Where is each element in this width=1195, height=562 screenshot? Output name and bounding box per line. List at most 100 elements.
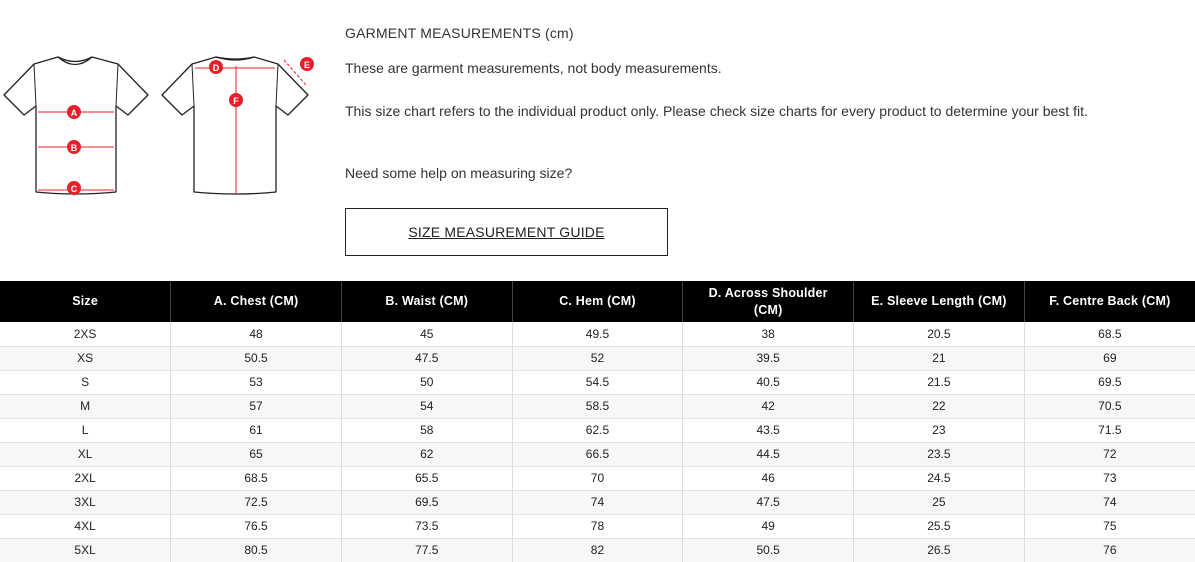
table-row: XL 65 62 66.5 44.5 23.5 72 xyxy=(0,442,1195,467)
front-tshirt-icon xyxy=(3,56,149,195)
cell-size: 3XL xyxy=(0,490,172,515)
cell-centre-back: 75 xyxy=(1024,514,1195,539)
cell-chest: 65 xyxy=(170,442,342,467)
header-sleeve-length: E. Sleeve Length (CM) xyxy=(853,281,1025,322)
marker-e-icon: E xyxy=(300,57,314,71)
size-table: Size A. Chest (CM) B. Waist (CM) C. Hem … xyxy=(0,281,1195,562)
cell-hem: 82 xyxy=(512,538,684,562)
marker-f-icon: F xyxy=(229,93,243,107)
header-centre-back: F. Centre Back (CM) xyxy=(1024,281,1195,322)
svg-text:F: F xyxy=(233,96,239,106)
cell-sleeve-length: 23 xyxy=(853,418,1025,443)
marker-b-icon: B xyxy=(67,140,81,154)
cell-chest: 61 xyxy=(170,418,342,443)
header-across-shoulder: D. Across Shoulder (CM) xyxy=(682,281,855,322)
cell-hem: 52 xyxy=(512,346,684,371)
table-row: S 53 50 54.5 40.5 21.5 69.5 xyxy=(0,370,1195,395)
cell-sleeve-length: 22 xyxy=(853,394,1025,419)
svg-text:E: E xyxy=(304,60,310,70)
size-chart-note: This size chart refers to the individual… xyxy=(345,103,1088,119)
cell-across-shoulder: 44.5 xyxy=(682,442,855,467)
cell-chest: 48 xyxy=(170,322,342,347)
cell-hem: 78 xyxy=(512,514,684,539)
cell-waist: 62 xyxy=(341,442,513,467)
table-row: 2XS 48 45 49.5 38 20.5 68.5 xyxy=(0,322,1195,347)
cell-size: 2XL xyxy=(0,466,172,491)
cell-waist: 65.5 xyxy=(341,466,513,491)
cell-across-shoulder: 47.5 xyxy=(682,490,855,515)
svg-text:B: B xyxy=(71,143,78,153)
header-waist: B. Waist (CM) xyxy=(341,281,513,322)
cell-size: XL xyxy=(0,442,172,467)
cell-sleeve-length: 20.5 xyxy=(853,322,1025,347)
svg-text:C: C xyxy=(71,184,78,194)
cell-size: M xyxy=(0,394,172,419)
table-row: XS 50.5 47.5 52 39.5 21 69 xyxy=(0,346,1195,371)
cell-chest: 57 xyxy=(170,394,342,419)
cell-centre-back: 70.5 xyxy=(1024,394,1195,419)
section-title: GARMENT MEASUREMENTS (cm) xyxy=(345,25,574,41)
measurement-diagram: A B C D E F xyxy=(0,0,330,210)
table-row: L 61 58 62.5 43.5 23 71.5 xyxy=(0,418,1195,443)
cell-waist: 77.5 xyxy=(341,538,513,562)
header-hem: C. Hem (CM) xyxy=(512,281,684,322)
table-row: 5XL 80.5 77.5 82 50.5 26.5 76 xyxy=(0,538,1195,562)
table-row: 3XL 72.5 69.5 74 47.5 25 74 xyxy=(0,490,1195,515)
cell-waist: 50 xyxy=(341,370,513,395)
cell-hem: 62.5 xyxy=(512,418,684,443)
cell-hem: 58.5 xyxy=(512,394,684,419)
cell-across-shoulder: 46 xyxy=(682,466,855,491)
table-row: 2XL 68.5 65.5 70 46 24.5 73 xyxy=(0,466,1195,491)
table-body: 2XS 48 45 49.5 38 20.5 68.5 XS 50.5 47.5 52 39.5 21 6… xyxy=(0,322,1195,562)
measurement-info: GARMENT MEASUREMENTS (cm) These are garm… xyxy=(345,24,1175,181)
back-tshirt-icon xyxy=(161,56,309,195)
cell-centre-back: 69.5 xyxy=(1024,370,1195,395)
cell-hem: 49.5 xyxy=(512,322,684,347)
cell-centre-back: 73 xyxy=(1024,466,1195,491)
cell-size: XS xyxy=(0,346,172,371)
cell-chest: 50.5 xyxy=(170,346,342,371)
cell-centre-back: 71.5 xyxy=(1024,418,1195,443)
cell-hem: 74 xyxy=(512,490,684,515)
marker-c-icon: C xyxy=(67,181,81,195)
cell-waist: 69.5 xyxy=(341,490,513,515)
svg-text:A: A xyxy=(71,108,78,118)
cell-centre-back: 69 xyxy=(1024,346,1195,371)
cell-waist: 45 xyxy=(341,322,513,347)
svg-text:D: D xyxy=(213,63,220,73)
header-chest: A. Chest (CM) xyxy=(170,281,342,322)
cell-size: S xyxy=(0,370,172,395)
cell-chest: 76.5 xyxy=(170,514,342,539)
cell-sleeve-length: 23.5 xyxy=(853,442,1025,467)
cell-across-shoulder: 40.5 xyxy=(682,370,855,395)
marker-d-icon: D xyxy=(209,60,223,74)
cell-across-shoulder: 38 xyxy=(682,322,855,347)
cell-across-shoulder: 42 xyxy=(682,394,855,419)
cell-waist: 58 xyxy=(341,418,513,443)
cell-centre-back: 74 xyxy=(1024,490,1195,515)
size-measurement-guide-button[interactable]: SIZE MEASUREMENT GUIDE xyxy=(345,208,668,256)
table-row: 4XL 76.5 73.5 78 49 25.5 75 xyxy=(0,514,1195,539)
cell-sleeve-length: 25 xyxy=(853,490,1025,515)
cell-chest: 72.5 xyxy=(170,490,342,515)
cell-size: L xyxy=(0,418,172,443)
cell-sleeve-length: 24.5 xyxy=(853,466,1025,491)
marker-a-icon: A xyxy=(67,105,81,119)
cell-sleeve-length: 21 xyxy=(853,346,1025,371)
cell-size: 5XL xyxy=(0,538,172,562)
cell-size: 4XL xyxy=(0,514,172,539)
cell-chest: 53 xyxy=(170,370,342,395)
table-row: M 57 54 58.5 42 22 70.5 xyxy=(0,394,1195,419)
cell-hem: 66.5 xyxy=(512,442,684,467)
cell-waist: 54 xyxy=(341,394,513,419)
cell-across-shoulder: 49 xyxy=(682,514,855,539)
cell-waist: 73.5 xyxy=(341,514,513,539)
cell-centre-back: 72 xyxy=(1024,442,1195,467)
cell-chest: 80.5 xyxy=(170,538,342,562)
cell-hem: 54.5 xyxy=(512,370,684,395)
cell-waist: 47.5 xyxy=(341,346,513,371)
cell-size: 2XS xyxy=(0,322,172,347)
cell-across-shoulder: 43.5 xyxy=(682,418,855,443)
cell-sleeve-length: 21.5 xyxy=(853,370,1025,395)
cell-chest: 68.5 xyxy=(170,466,342,491)
